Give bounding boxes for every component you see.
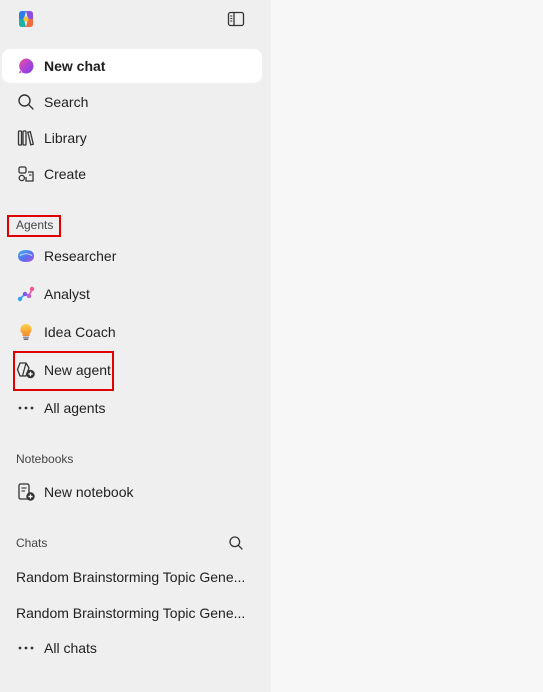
- researcher-icon: [16, 246, 36, 266]
- notebooks-heading: Notebooks: [16, 452, 74, 466]
- create-icon: [16, 164, 36, 184]
- new-notebook-label: New notebook: [44, 484, 134, 500]
- main-content-area: [271, 0, 543, 692]
- library-icon: [16, 128, 36, 148]
- new-agent-label: New agent: [44, 362, 111, 378]
- all-agents-label: All agents: [44, 400, 106, 416]
- sidebar: New chat Search Library Create Agents Re…: [0, 0, 271, 692]
- all-chats-item[interactable]: All chats: [0, 631, 262, 665]
- agent-item-researcher[interactable]: Researcher: [0, 239, 262, 273]
- library-label: Library: [44, 130, 87, 146]
- chat-history-item[interactable]: Random Brainstorming Topic Gene...: [16, 569, 248, 585]
- new-chat-label: New chat: [44, 58, 106, 74]
- new-chat-button[interactable]: New chat: [2, 49, 262, 83]
- more-icon: [16, 638, 36, 658]
- agent-researcher-label: Researcher: [44, 248, 117, 264]
- new-agent-button[interactable]: New agent: [0, 353, 262, 387]
- agent-idea-coach-label: Idea Coach: [44, 324, 116, 340]
- all-agents-item[interactable]: All agents: [0, 391, 262, 425]
- new-notebook-icon: [16, 482, 36, 502]
- new-notebook-button[interactable]: New notebook: [0, 475, 262, 509]
- lightbulb-icon: [16, 322, 36, 342]
- new-chat-icon: [16, 56, 36, 76]
- create-label: Create: [44, 166, 87, 182]
- create-nav-item[interactable]: Create: [0, 157, 262, 191]
- all-chats-label: All chats: [44, 640, 97, 656]
- analyst-icon: [16, 284, 36, 304]
- agent-item-idea-coach[interactable]: Idea Coach: [0, 315, 262, 349]
- agent-analyst-label: Analyst: [44, 286, 90, 302]
- search-nav-item[interactable]: Search: [0, 85, 262, 119]
- new-agent-icon: [16, 360, 36, 380]
- chats-search-icon[interactable]: [228, 535, 244, 551]
- sidebar-toggle-icon[interactable]: [226, 9, 246, 29]
- agents-heading: Agents: [16, 218, 54, 232]
- library-nav-item[interactable]: Library: [0, 121, 262, 155]
- chat-history-item[interactable]: Random Brainstorming Topic Gene...: [16, 605, 248, 621]
- more-icon: [16, 398, 36, 418]
- copilot-logo-icon[interactable]: [16, 9, 36, 29]
- search-label: Search: [44, 94, 89, 110]
- agent-item-analyst[interactable]: Analyst: [0, 277, 262, 311]
- search-icon: [16, 92, 36, 112]
- chats-heading: Chats: [16, 536, 48, 550]
